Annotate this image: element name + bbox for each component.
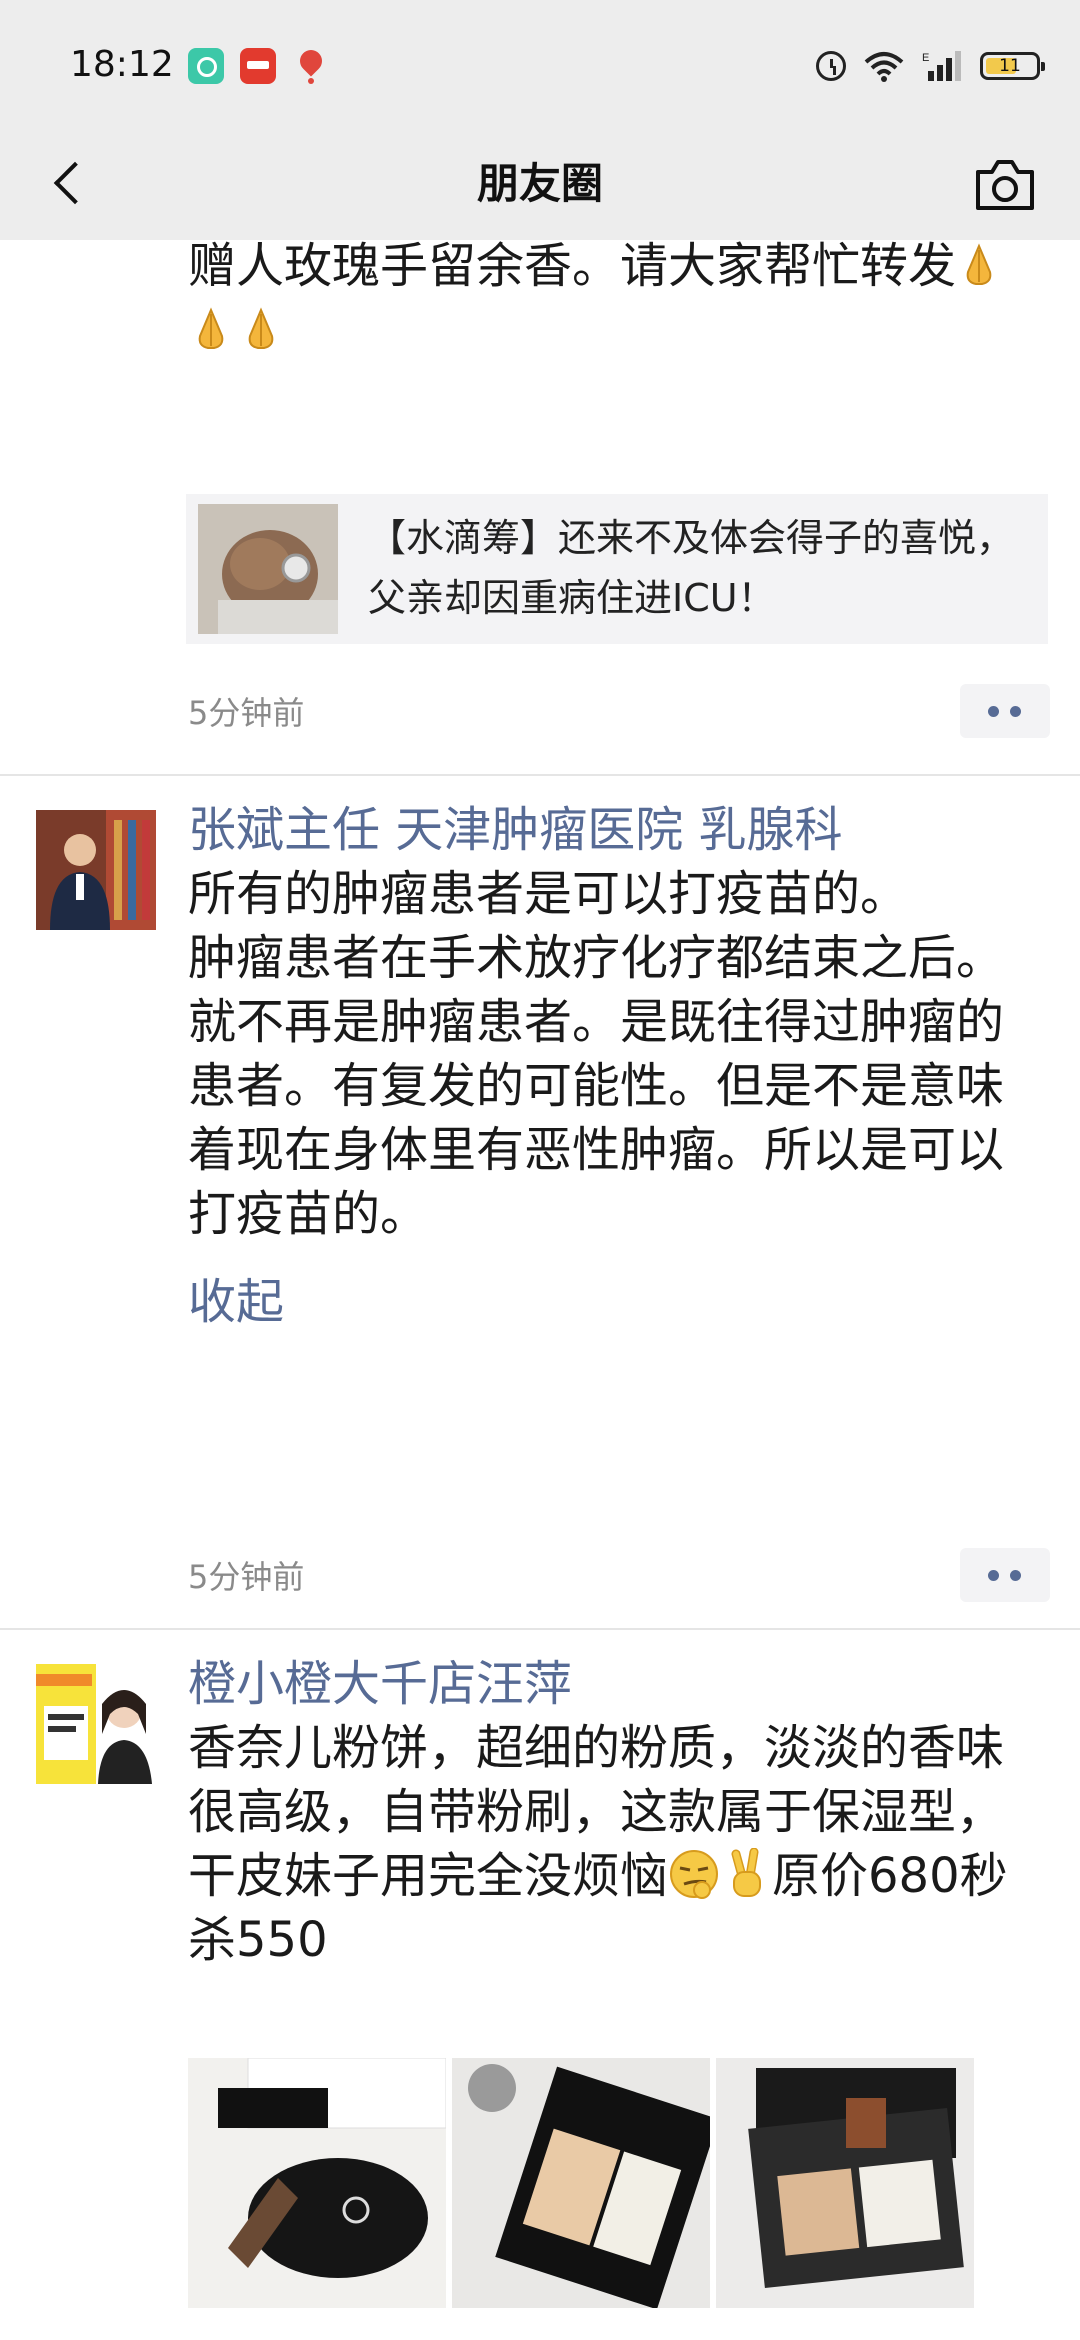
battery-icon: 11 [980, 52, 1045, 80]
status-time: 18:12 [70, 44, 174, 85]
moment-post: 我妹妹朋友的父亲，愿好人一生平安！赠人玫瑰手留余香。请大家帮忙转发 【水滴筹】还… [0, 90, 1080, 776]
victory-hand-emoji [731, 1848, 762, 1897]
shared-link-card[interactable]: 【水滴筹】还来不及体会得子的喜悦，父亲却因重病住进ICU！ [186, 494, 1048, 644]
smirk-emoji [670, 1850, 719, 1899]
link-title: 【水滴筹】还来不及体会得子的喜悦，父亲却因重病住进ICU！ [368, 516, 1015, 620]
app-notif-icon [188, 48, 224, 84]
top-bar: 18:12 E 11 朋友圈 [0, 0, 1080, 240]
alarm-icon [816, 51, 846, 81]
pray-emoji [966, 243, 992, 285]
more-options-button[interactable] [960, 1548, 1050, 1602]
app-notif-icon [240, 48, 276, 84]
location-notif-icon [293, 48, 329, 84]
moment-post: 张斌主任 天津肿瘤医院 乳腺科 所有的肿瘤患者是可以打疫苗的。 肿瘤患者在手术放… [0, 776, 1080, 1628]
status-bar: 18:12 E 11 [0, 0, 1080, 130]
avatar[interactable] [36, 810, 156, 930]
pray-emoji [248, 307, 274, 349]
image-gallery [188, 2058, 974, 2308]
post-time: 5分钟前 [188, 1558, 305, 1596]
post-time: 5分钟前 [188, 694, 305, 732]
moment-post: 橙小橙大千店汪萍 香奈儿粉饼，超细的粉质，淡淡的香味很高级，自带粉刷，这款属于保… [0, 1630, 1080, 2340]
signal-icon: E [922, 49, 962, 83]
nav-header: 朋友圈 [0, 130, 1080, 240]
avatar[interactable] [36, 1664, 156, 1784]
wifi-icon [864, 50, 904, 82]
post-username[interactable]: 橙小橙大千店汪萍 [188, 1652, 1040, 1716]
post-text: 所有的肿瘤患者是可以打疫苗的。 肿瘤患者在手术放疗化疗都结束之后。就不再是肿瘤患… [188, 866, 1005, 1242]
pray-emoji [198, 307, 224, 349]
camera-icon[interactable] [970, 152, 1040, 216]
svg-text:E: E [922, 52, 929, 64]
link-thumbnail [198, 504, 338, 634]
post-image[interactable] [716, 2058, 974, 2308]
post-text: 香奈儿粉饼，超细的粉质，淡淡的香味很高级，自带粉刷，这款属于保湿型，干皮妹子用完… [188, 1720, 1008, 1968]
post-username[interactable]: 张斌主任 天津肿瘤医院 乳腺科 [188, 798, 1040, 862]
post-image[interactable] [188, 2058, 446, 2308]
page-title: 朋友圈 [476, 159, 603, 208]
battery-level: 11 [999, 56, 1021, 76]
post-image[interactable] [452, 2058, 710, 2308]
more-options-button[interactable] [960, 684, 1050, 738]
collapse-link[interactable]: 收起 [188, 1270, 1040, 1334]
